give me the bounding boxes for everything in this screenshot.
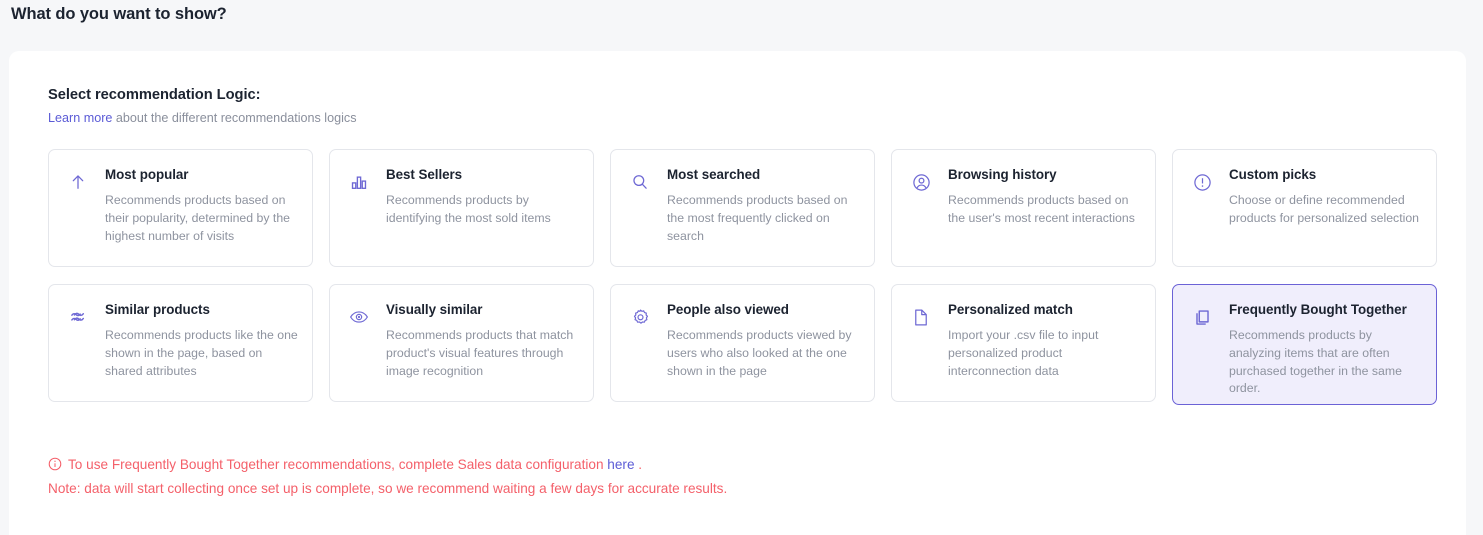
user-circle-icon xyxy=(910,171,932,193)
recommendation-card-custom-picks[interactable]: Custom picks Choose or define recommended… xyxy=(1172,149,1437,268)
card-title: Browsing history xyxy=(948,167,1057,183)
bar-chart-icon xyxy=(348,171,370,193)
eye-icon xyxy=(348,306,370,328)
approximately-equal-icon xyxy=(67,306,89,328)
recommendation-card-frequently-bought-together[interactable]: Frequently Bought Together Recommends pro… xyxy=(1172,284,1437,406)
card-description: Recommends products based on the most fr… xyxy=(667,192,848,243)
card-description: Recommends products that match product's… xyxy=(386,327,574,378)
copy-icon xyxy=(1191,306,1213,328)
sales-data-config-link[interactable]: here xyxy=(607,457,634,472)
recommendation-logic-panel: Select recommendation Logic: Learn more … xyxy=(9,51,1466,535)
exclamation-circle-icon xyxy=(1191,171,1213,193)
card-description: Recommends products by identifying the m… xyxy=(386,192,551,225)
file-icon xyxy=(910,306,932,328)
arrow-up-icon xyxy=(67,171,89,193)
recommendation-card-grid: Most popular Recommends products based on… xyxy=(48,149,1444,406)
card-description: Choose or define recommended products fo… xyxy=(1229,192,1420,225)
gear-icon xyxy=(629,306,651,328)
card-title: Visually similar xyxy=(386,302,483,318)
warning-note: To use Frequently Bought Together recomm… xyxy=(48,453,1148,501)
section-title: Select recommendation Logic: xyxy=(48,87,261,103)
card-title: Best Sellers xyxy=(386,167,463,183)
card-description: Import your .csv file to input personali… xyxy=(948,327,1099,378)
card-title: People also viewed xyxy=(667,302,789,318)
card-description: Recommends products based on their popul… xyxy=(105,192,291,243)
card-description: Recommends products like the one shown i… xyxy=(105,327,298,378)
search-icon xyxy=(629,171,651,193)
card-title: Similar products xyxy=(105,302,210,318)
note-text-before-link: To use Frequently Bought Together recomm… xyxy=(68,457,608,472)
info-circle-icon xyxy=(48,457,62,471)
section-subtitle: Learn more about the different recommend… xyxy=(48,111,1444,126)
note-second-line: Note: data will start collecting once se… xyxy=(48,480,728,496)
recommendation-card-most-searched[interactable]: Most searched Recommends products based o… xyxy=(610,149,875,268)
card-title: Custom picks xyxy=(1229,167,1317,183)
recommendation-card-people-also-viewed[interactable]: People also viewed Recommends products vi… xyxy=(610,284,875,403)
card-title: Frequently Bought Together xyxy=(1229,302,1407,318)
recommendation-card-similar-products[interactable]: Similar products Recommends products like… xyxy=(48,284,313,403)
recommendation-card-browsing-history[interactable]: Browsing history Recommends products base… xyxy=(891,149,1156,268)
card-description: Recommends products viewed by users who … xyxy=(667,327,852,378)
card-title: Most popular xyxy=(105,167,189,183)
page-heading: What do you want to show? xyxy=(11,5,227,23)
card-title: Most searched xyxy=(667,167,761,183)
section-subtitle-text: about the different recommendations logi… xyxy=(112,111,357,125)
recommendation-card-best-sellers[interactable]: Best Sellers Recommends products by ident… xyxy=(329,149,594,268)
recommendation-card-visually-similar[interactable]: Visually similar Recommends products that… xyxy=(329,284,594,403)
card-description: Recommends products based on the user's … xyxy=(948,192,1135,225)
note-text-after-link: . xyxy=(634,457,643,472)
learn-more-link[interactable]: Learn more xyxy=(48,111,112,125)
recommendation-card-most-popular[interactable]: Most popular Recommends products based on… xyxy=(48,149,313,268)
card-title: Personalized match xyxy=(948,302,1073,318)
card-description: Recommends products by analyzing items t… xyxy=(1229,327,1402,396)
recommendation-card-personalized-match[interactable]: Personalized match Import your .csv file … xyxy=(891,284,1156,403)
